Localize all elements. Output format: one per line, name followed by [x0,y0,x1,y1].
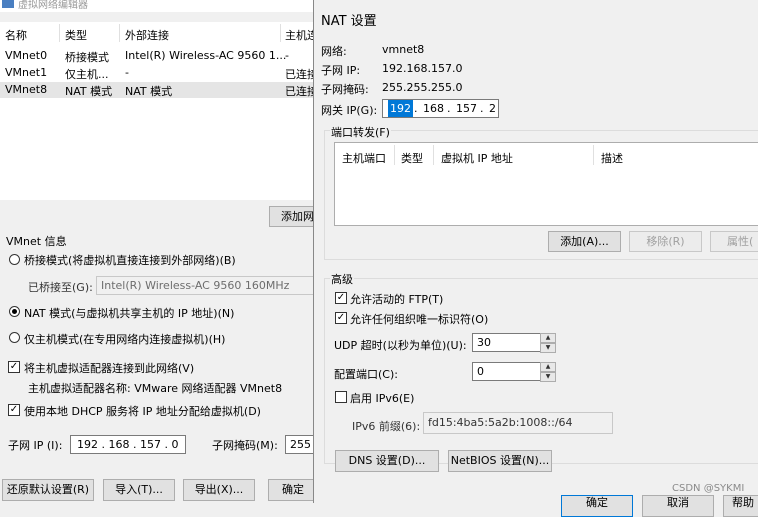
gateway-ip-input[interactable]: 192 . 168 . 157 . 2 [382,99,499,118]
cell-type: NAT 模式 [65,85,113,98]
spin-up-icon[interactable]: ▲ [540,333,556,343]
app-icon [2,0,14,8]
connect-adapter-checkbox[interactable]: ✓ [8,361,20,373]
nat-mode-radio[interactable] [9,306,20,317]
gateway-ip-label: 网关 IP(G): [321,104,378,117]
column-header-type[interactable]: 类型 [65,27,87,43]
gateway-octet-3: 157 [456,102,477,115]
add-port-button[interactable]: 添加(A)... [548,231,621,252]
cell-external: NAT 模式 [125,85,173,98]
column-separator [394,145,395,165]
table-row-selected[interactable]: VMnet8 NAT 模式 NAT 模式 已连接 [0,82,318,98]
config-port-input[interactable]: 0 [472,362,541,381]
udp-timeout-input[interactable]: 30 [472,333,541,352]
column-header-name[interactable]: 名称 [5,27,27,43]
pf-column-vm-ip[interactable]: 虚拟机 IP 地址 [441,150,513,166]
enable-ipv6-label[interactable]: 启用 IPv6(E) [350,390,414,406]
host-only-label[interactable]: 仅主机模式(在专用网络内连接虚拟机)(H) [24,331,225,347]
gateway-octet-1: 192 [388,100,413,117]
network-label: 网络: [321,45,347,58]
ipv6-prefix-input: fd15:4ba5:5a2b:1008::/64 [423,412,613,434]
import-button[interactable]: 导入(T)... [103,479,175,501]
udp-timeout-spinner[interactable]: ▲ ▼ [540,333,556,353]
dialog-title: NAT 设置 [321,14,377,29]
subnet-ip-label: 子网 IP (I): [8,439,63,452]
network-value: vmnet8 [382,43,425,56]
cell-name: VMnet8 [5,83,48,96]
dhcp-checkbox[interactable]: ✓ [8,404,20,416]
nat-subnet-mask-value: 255.255.255.0 [382,81,463,94]
nat-subnet-ip-value: 192.168.157.0 [382,62,463,75]
cell-name: VMnet1 [5,66,48,79]
bridge-mode-radio[interactable] [9,254,20,265]
table-row[interactable]: VMnet1 仅主机... - 已连接 [0,65,318,81]
cell-type: 仅主机... [65,68,109,81]
column-separator [433,145,434,165]
nat-subnet-ip-label: 子网 IP: [321,64,361,77]
adapter-name-text: 主机虚拟适配器名称: VMware 网络适配器 VMnet8 [28,382,283,395]
netbios-settings-button[interactable]: NetBIOS 设置(N)... [448,450,552,472]
nat-help-button[interactable]: 帮助 [723,495,758,517]
subnet-mask-label: 子网掩码(M): [212,439,278,452]
bridged-to-label: 已桥接至(G): [28,281,93,294]
gateway-octet-2: 168 [423,102,444,115]
export-button[interactable]: 导出(X)... [183,479,255,501]
dns-settings-button[interactable]: DNS 设置(D)... [335,450,439,472]
ipv6-prefix-label: IPv6 前缀(6): [352,420,421,433]
dhcp-label[interactable]: 使用本地 DHCP 服务将 IP 地址分配给虚拟机(D) [24,403,261,419]
properties-button[interactable]: 属性( [710,231,758,252]
gateway-dot: . [414,102,418,115]
spin-up-icon[interactable]: ▲ [540,362,556,372]
allow-ftp-label[interactable]: 允许活动的 FTP(T) [350,291,443,307]
cell-name: VMnet0 [5,49,48,62]
column-separator [593,145,594,165]
host-only-radio[interactable] [9,332,20,343]
remove-port-button[interactable]: 移除(R) [629,231,702,252]
column-separator [59,24,60,42]
bridged-to-select: Intel(R) Wireless-AC 9560 160MHz [96,276,316,295]
cell-external: Intel(R) Wireless-AC 9560 1... [125,49,287,62]
pf-column-type[interactable]: 类型 [401,150,423,166]
spin-down-icon[interactable]: ▼ [540,343,556,353]
connect-adapter-label[interactable]: 将主机虚拟适配器连接到此网络(V) [24,360,194,376]
config-port-spinner[interactable]: ▲ ▼ [540,362,556,382]
advanced-label: 高级 [330,271,354,287]
udp-timeout-label: UDP 超时(以秒为单位)(U): [334,339,467,352]
cell-host: - [285,49,289,62]
cell-external: - [125,66,129,79]
enable-ipv6-checkbox[interactable] [335,391,347,403]
pf-column-description[interactable]: 描述 [601,150,623,166]
cell-type: 桥接模式 [65,51,109,64]
nat-ok-button[interactable]: 确定 [561,495,633,517]
allow-uid-label[interactable]: 允许任何组织唯一标识符(O) [350,311,488,327]
spin-down-icon[interactable]: ▼ [540,372,556,382]
nat-cancel-button[interactable]: 取消 [642,495,714,517]
bridge-mode-label[interactable]: 桥接模式(将虚拟机直接连接到外部网络)(B) [24,252,236,268]
column-header-external[interactable]: 外部连接 [125,27,169,43]
watermark: CSDN @SYKMI [672,483,745,494]
config-port-label: 配置端口(C): [334,368,398,381]
gateway-dot: . [447,102,451,115]
pf-column-host-port[interactable]: 主机端口 [342,150,386,166]
gateway-octet-4: 2 [489,102,496,115]
subnet-ip-input[interactable]: 192 . 168 . 157 . 0 [70,435,186,454]
window-title: 虚拟网络编辑器 [18,0,88,11]
allow-uid-checkbox[interactable]: ✓ [335,312,347,324]
column-separator [280,24,281,42]
port-forward-list[interactable] [334,142,758,226]
column-separator [119,24,120,42]
bridged-to-value: Intel(R) Wireless-AC 9560 160MHz [101,279,290,292]
port-forward-label: 端口转发(F) [330,124,391,140]
gateway-dot: . [480,102,484,115]
vmnet-info-label: VMnet 信息 [6,235,67,248]
nat-subnet-mask-label: 子网掩码: [321,83,369,96]
ok-button[interactable]: 确定 [268,479,318,501]
restore-defaults-button[interactable]: 还原默认设置(R) [2,479,94,501]
table-row[interactable]: VMnet0 桥接模式 Intel(R) Wireless-AC 9560 1.… [0,48,316,64]
nat-mode-label[interactable]: NAT 模式(与虚拟机共享主机的 IP 地址)(N) [24,305,234,321]
allow-ftp-checkbox[interactable]: ✓ [335,292,347,304]
